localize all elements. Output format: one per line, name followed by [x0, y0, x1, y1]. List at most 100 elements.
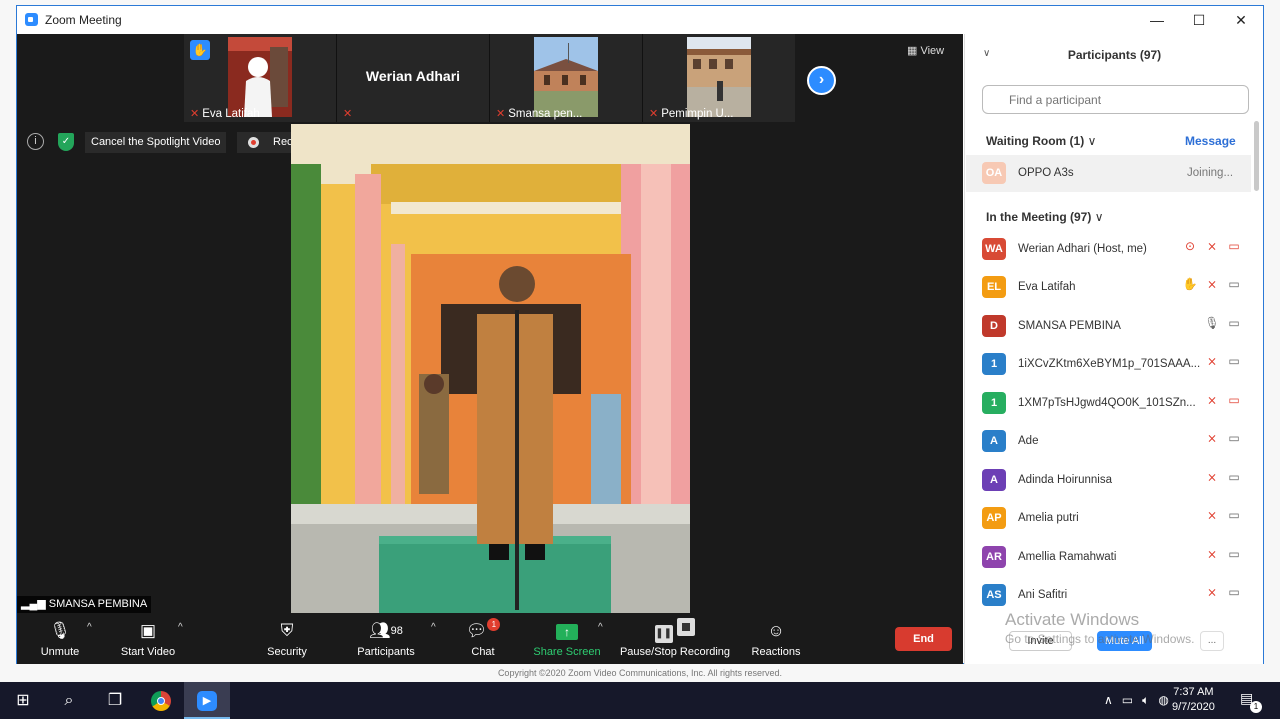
active-speaker-name: SMANSA PEMBINA [48, 598, 148, 610]
muted-mic-icon[interactable]: ⨯ [1201, 585, 1223, 599]
muted-mic-icon[interactable]: ⨯ [1201, 508, 1223, 522]
video-off-icon[interactable]: ▭ [1223, 239, 1245, 253]
waiting-participant-row[interactable]: OA OPPO A3s Joining... [966, 155, 1251, 192]
task-view-icon[interactable]: ❐ [92, 682, 138, 719]
chat-button[interactable]: 💬︎ 1 Chat [465, 618, 501, 658]
muted-mic-icon[interactable]: ⨯ [1201, 547, 1223, 561]
video-icon[interactable]: ▭ [1223, 277, 1245, 291]
muted-mic-icon[interactable]: ⨯ [1201, 393, 1223, 407]
audio-options-caret-icon[interactable]: ^ [87, 622, 92, 633]
video-off-icon[interactable]: ▭ [1223, 393, 1245, 407]
tile-label: ✕ Pemimpin U... [649, 107, 733, 120]
close-button[interactable]: ✕ [1221, 9, 1261, 31]
chrome-icon[interactable] [138, 682, 184, 719]
muted-mic-icon[interactable]: ⨯ [1201, 470, 1223, 484]
share-screen-label: Share Screen [533, 646, 601, 658]
recording-dot-icon [248, 137, 259, 148]
start-button-windows-icon[interactable]: ⊞ [0, 682, 46, 719]
start-video-button[interactable]: ▣ Start Video [117, 618, 179, 658]
avatar: 1 [982, 353, 1006, 375]
participant-name: Ani Safitri [1018, 589, 1068, 601]
muted-mic-icon: ✕ [496, 108, 506, 120]
waiting-room-header[interactable]: Waiting Room (1) ∨ [986, 134, 1096, 148]
video-icon[interactable]: ▭ [1223, 585, 1245, 599]
muted-mic-icon: ✕ [190, 108, 200, 120]
zoom-taskbar-icon[interactable]: ▶ [184, 682, 230, 719]
more-options-button[interactable]: ... [1200, 631, 1224, 651]
muted-mic-icon: ✕ [649, 108, 659, 120]
participant-photo [534, 37, 598, 117]
activate-windows-watermark: Activate Windows Go to Settings to activ… [1005, 610, 1194, 646]
video-options-caret-icon[interactable]: ^ [178, 622, 183, 633]
participant-row[interactable]: 1 1iXCvZKtm6XeBYM1p_701SAAA... ⨯ ▭ [966, 345, 1251, 383]
participant-row[interactable]: 1 1XM7pTsHJgwd4QO0K_101SZn... ⨯ ▭ [966, 384, 1251, 422]
joining-status: Joining... [1187, 167, 1234, 179]
avatar: EL [982, 276, 1006, 298]
video-icon[interactable]: ▭ [1223, 547, 1245, 561]
reactions-button[interactable]: ☺ Reactions [751, 618, 801, 658]
clock-time: 7:37 AM [1173, 686, 1214, 698]
video-tile-werian-adhari[interactable]: Werian Adhari ✕ [337, 34, 489, 122]
search-icon[interactable]: ⌕ [46, 682, 92, 719]
video-icon[interactable]: ▭ [1223, 431, 1245, 445]
participant-row[interactable]: D SMANSA PEMBINA 🎙︎ ▭ [966, 307, 1251, 345]
cancel-spotlight-button[interactable]: Cancel the Spotlight Video [85, 132, 227, 153]
find-participant-input[interactable] [982, 85, 1249, 114]
view-button[interactable]: ▦ View [907, 44, 944, 57]
video-icon[interactable]: ▭ [1223, 316, 1245, 330]
participants-button[interactable]: 👥︎98 Participants [355, 618, 417, 658]
speaker-icon[interactable]: 🔈︎ [1142, 693, 1149, 707]
video-icon[interactable]: ▭ [1223, 508, 1245, 522]
encryption-shield-icon[interactable]: ✓ [58, 133, 74, 151]
end-meeting-button[interactable]: End [895, 627, 952, 651]
participant-row[interactable]: AS Ani Safitri ⨯ ▭ [966, 576, 1251, 614]
participant-row[interactable]: AR Amellia Ramahwati ⨯ ▭ [966, 538, 1251, 576]
title-bar: Zoom Meeting — ☐ ✕ [17, 6, 1263, 34]
participant-name: OPPO A3s [1018, 167, 1074, 179]
muted-mic-icon[interactable]: ⨯ [1201, 277, 1223, 291]
tile-label: ✕ [343, 107, 355, 120]
chevron-up-icon[interactable]: ∧ [1104, 693, 1113, 707]
participant-row[interactable]: WA Werian Adhari (Host, me) ⊙ ⨯ ▭ [966, 230, 1251, 268]
video-tile-smansa-pen[interactable]: ✕ Smansa pen... [490, 34, 642, 122]
shield-icon: ⛨ [280, 621, 294, 640]
maximize-button[interactable]: ☐ [1179, 9, 1219, 31]
share-options-caret-icon[interactable]: ^ [598, 622, 603, 633]
security-label: Security [267, 646, 307, 658]
next-page-arrow-icon[interactable]: › [807, 66, 836, 95]
signal-strength-icon: ▂▄▆ [21, 598, 49, 610]
participant-list-scrollbar[interactable] [1254, 121, 1259, 191]
video-icon[interactable]: ▭ [1223, 470, 1245, 484]
pause-stop-recording-button[interactable]: ❚❚ Pause/Stop Recording [619, 618, 731, 658]
in-meeting-label: In the Meeting (97) [986, 210, 1092, 224]
participant-row[interactable]: AP Amelia putri ⨯ ▭ [966, 499, 1251, 537]
participant-row[interactable]: A Adinda Hoirunnisa ⨯ ▭ [966, 461, 1251, 499]
participant-row[interactable]: EL Eva Latifah ✋ ⨯ ▭ [966, 268, 1251, 306]
system-clock[interactable]: 7:37 AM 9/7/2020 [1172, 685, 1215, 715]
muted-mic-icon: ✕ [343, 108, 353, 120]
participant-name: Eva Latifah [1018, 281, 1076, 293]
share-screen-icon: ↑ [533, 618, 601, 646]
security-button[interactable]: ⛨ Security [263, 618, 311, 658]
participant-row[interactable]: A Ade ⨯ ▭ [966, 422, 1251, 460]
muted-mic-icon[interactable]: ⨯ [1201, 239, 1223, 253]
meeting-toolbar: 🎙︎ Unmute ^ ▣ Start Video ^ ⛨ Security 👥… [17, 614, 963, 664]
video-icon[interactable]: ▭ [1223, 354, 1245, 368]
avatar: A [982, 469, 1006, 491]
mic-icon[interactable]: 🎙︎ [1201, 316, 1223, 330]
raised-hand-icon: ✋ [190, 40, 210, 60]
message-link[interactable]: Message [1185, 134, 1236, 148]
participants-options-caret-icon[interactable]: ^ [431, 622, 436, 633]
unmute-button[interactable]: 🎙︎ Unmute [39, 618, 81, 658]
minimize-button[interactable]: — [1137, 9, 1177, 31]
network-icon[interactable]: ◍ [1158, 693, 1168, 707]
muted-mic-icon[interactable]: ⨯ [1201, 431, 1223, 445]
battery-icon[interactable]: ▭ [1122, 693, 1133, 707]
video-tile-pemimpin[interactable]: ✕ Pemimpin U... [643, 34, 795, 122]
info-icon[interactable]: i [27, 133, 44, 150]
in-meeting-header[interactable]: In the Meeting (97) ∨ [986, 210, 1103, 224]
share-screen-button[interactable]: ↑ Share Screen [533, 618, 601, 658]
avatar: 1 [982, 392, 1006, 414]
participants-panel: ∨ Participants (97) ⌕ Waiting Room (1) ∨… [964, 34, 1263, 664]
muted-mic-icon[interactable]: ⨯ [1201, 354, 1223, 368]
